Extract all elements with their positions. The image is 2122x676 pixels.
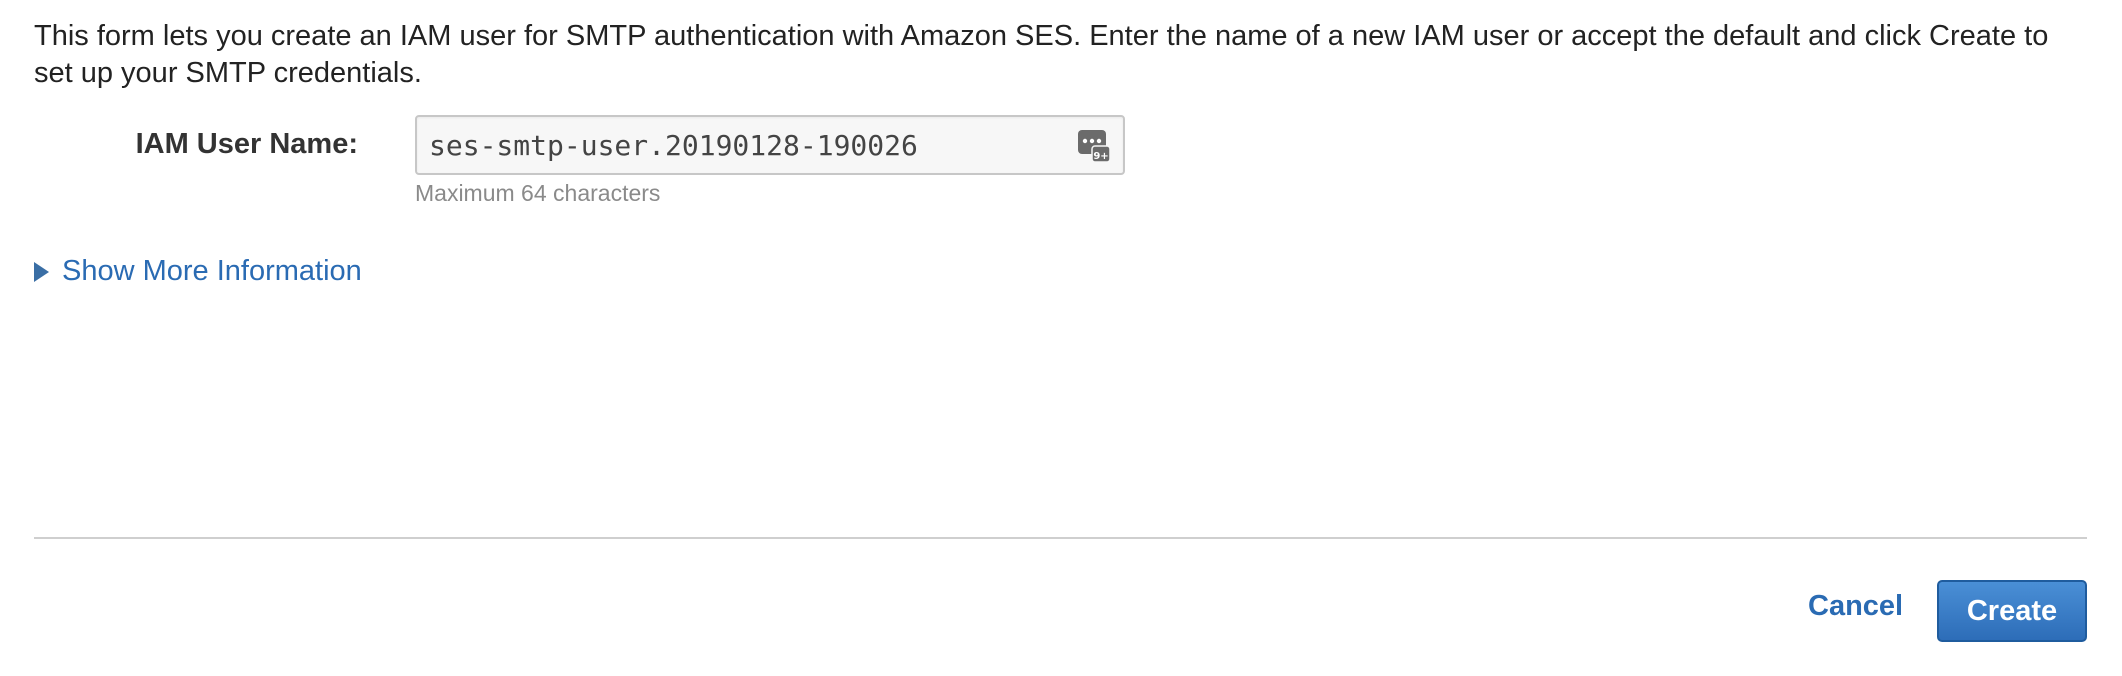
password-manager-badge: 9+ xyxy=(1093,151,1108,162)
footer-divider xyxy=(34,537,2087,539)
show-more-information-toggle[interactable]: Show More Information xyxy=(34,255,362,288)
triangle-right-icon xyxy=(34,261,49,282)
create-button[interactable]: Create xyxy=(1937,580,2087,642)
iam-user-name-input[interactable] xyxy=(417,117,1057,173)
intro-text: This form lets you create an IAM user fo… xyxy=(34,20,2049,89)
iam-user-name-help: Maximum 64 characters xyxy=(415,180,661,206)
iam-user-name-label: IAM User Name: xyxy=(135,128,358,160)
password-manager-icon[interactable]: 9+ xyxy=(1077,129,1111,163)
show-more-information-label[interactable]: Show More Information xyxy=(62,255,362,288)
cancel-button[interactable]: Cancel xyxy=(1808,590,1903,623)
iam-user-name-field-wrapper: 9+ xyxy=(415,115,1125,175)
